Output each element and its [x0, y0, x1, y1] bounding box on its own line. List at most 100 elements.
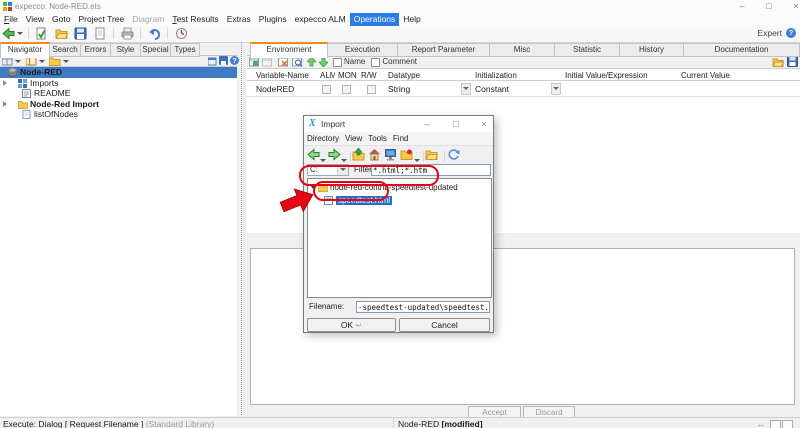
panel-splitter[interactable]	[237, 42, 247, 415]
dir-forward-dropdown-icon[interactable]	[341, 159, 347, 162]
col-variable-name[interactable]: Variable-Name	[253, 68, 318, 81]
tree-item-node-red[interactable]: Node-RED	[0, 67, 237, 78]
tree-item-readme[interactable]: README	[0, 88, 237, 99]
dialog-menu-find[interactable]: Find	[390, 132, 412, 145]
filename-input[interactable]	[356, 301, 490, 313]
col-mon[interactable]: MON	[335, 68, 359, 81]
comment-checkbox[interactable]	[371, 58, 380, 67]
cell-datatype[interactable]: String	[385, 82, 473, 97]
dialog-menu-tools[interactable]: Tools	[365, 132, 390, 145]
close-button[interactable]: ×	[789, 0, 800, 12]
help-icon[interactable]: ?	[786, 28, 796, 38]
tab-report-parameter[interactable]: Report Parameter	[397, 43, 490, 57]
menu-help[interactable]: Help	[399, 13, 424, 26]
dialog-menu-directory[interactable]: Directory	[304, 132, 342, 145]
name-checkbox[interactable]	[333, 58, 342, 67]
tab-types[interactable]: Types	[170, 43, 200, 57]
menu-goto[interactable]: Goto	[48, 13, 74, 26]
annotation-arrow	[279, 184, 319, 218]
alm-checkbox[interactable]	[322, 85, 331, 94]
undo-icon[interactable]	[148, 27, 161, 40]
layout-dropdown-icon[interactable]	[39, 60, 45, 63]
scheduler-icon[interactable]	[175, 27, 188, 40]
initialization-dropdown[interactable]	[551, 83, 561, 95]
open-folder-icon[interactable]	[55, 27, 68, 40]
cell-current-value[interactable]	[678, 82, 800, 97]
new-document-icon[interactable]	[94, 27, 107, 40]
ok-button[interactable]: OK ↵	[307, 318, 396, 332]
desktop-icon[interactable]	[384, 148, 397, 163]
tab-environment[interactable]: Environment	[250, 42, 328, 58]
dialog-minimize-button[interactable]: –	[420, 118, 434, 130]
col-initial-value[interactable]: Initial Value/Expression	[562, 68, 679, 81]
dir-forward-icon[interactable]	[328, 148, 341, 163]
tab-history[interactable]: History	[619, 43, 684, 57]
cell-initialization[interactable]: Constant	[472, 82, 563, 97]
datatype-dropdown[interactable]	[461, 83, 471, 95]
col-datatype[interactable]: Datatype	[385, 68, 473, 81]
menu-operations[interactable]: Operations	[350, 13, 400, 26]
dialog-menu-view[interactable]: View	[342, 132, 365, 145]
col-current-value[interactable]: Current Value	[678, 68, 800, 81]
annotation-oval-file	[313, 181, 389, 201]
tab-style[interactable]: Style	[110, 43, 141, 57]
dir-back-icon[interactable]	[307, 148, 320, 163]
rw-checkbox[interactable]	[367, 85, 376, 94]
tab-special[interactable]: Special	[140, 43, 171, 57]
menu-test-results[interactable]: Test Results	[168, 13, 222, 26]
tab-execution[interactable]: Execution	[327, 43, 398, 57]
dialog-close-button[interactable]: ×	[477, 118, 491, 130]
cell-variable-name[interactable]: NodeRED	[253, 82, 318, 97]
dir-up-icon[interactable]	[352, 148, 365, 163]
refresh-icon[interactable]	[447, 148, 460, 163]
tab-navigator[interactable]: Navigator	[0, 42, 50, 58]
tab-statistic[interactable]: Statistic	[554, 43, 620, 57]
comment-checkbox-label: Comment	[382, 57, 417, 66]
expand-icon[interactable]	[3, 101, 7, 107]
folder-menu-dropdown-icon[interactable]	[63, 60, 69, 63]
menu-view[interactable]: View	[22, 13, 48, 26]
home-icon[interactable]	[368, 148, 381, 163]
tab-documentation[interactable]: Documentation	[683, 43, 800, 57]
tab-search[interactable]: Search	[49, 43, 81, 57]
tree-item-node-red-import[interactable]: Node-Red Import	[0, 99, 237, 110]
favorites-folder-icon[interactable]	[400, 148, 413, 163]
tree-item-listofnodes[interactable]: listOfNodes	[0, 109, 237, 120]
menu-expecco-alm[interactable]: expecco ALM	[291, 13, 350, 26]
maximize-button[interactable]: □	[762, 0, 776, 12]
mon-checkbox[interactable]	[342, 85, 351, 94]
menu-file[interactable]: File	[0, 13, 22, 26]
menu-extras[interactable]: Extras	[223, 13, 255, 26]
favorites-dropdown-icon[interactable]	[414, 159, 420, 162]
dialog-open-folder-icon[interactable]	[425, 148, 438, 163]
window-title: expecco: Node-RED.ets	[15, 0, 101, 13]
cancel-button[interactable]: Cancel	[399, 318, 490, 332]
menu-project-tree[interactable]: Project Tree	[74, 13, 128, 26]
expert-mode-label[interactable]: Expert	[757, 28, 782, 38]
minimize-button[interactable]: –	[735, 0, 749, 12]
tab-misc[interactable]: Misc	[489, 43, 555, 57]
dialog-maximize-button[interactable]: □	[449, 118, 463, 130]
dialog-title-bar[interactable]: X Import – □ ×	[304, 116, 493, 132]
return-key-icon: ↵	[355, 321, 362, 330]
dir-back-dropdown-icon[interactable]	[320, 159, 326, 162]
folder-menu-icon[interactable]	[49, 56, 61, 66]
print-icon[interactable]	[121, 27, 134, 40]
view-mode-dropdown-icon[interactable]	[15, 60, 21, 63]
back-dropdown-icon[interactable]	[17, 32, 23, 35]
col-alm[interactable]: ALM	[317, 68, 336, 81]
cell-initial-value[interactable]	[562, 82, 679, 97]
tab-errors[interactable]: Errors	[80, 43, 111, 57]
col-initialization[interactable]: Initialization	[472, 68, 563, 81]
dialog-filename-row: Filename:	[304, 300, 493, 315]
save-icon[interactable]	[74, 27, 87, 40]
status-bar: Execute: Dialog [ Request Filename ] (St…	[0, 417, 800, 428]
check-document-icon[interactable]	[35, 27, 48, 40]
menu-plugins[interactable]: Plugins	[255, 13, 291, 26]
col-rw[interactable]: R/W	[358, 68, 386, 81]
dialog-title: Import	[321, 116, 345, 132]
tree-item-imports[interactable]: Imports	[0, 78, 237, 89]
expand-icon[interactable]	[3, 80, 7, 86]
back-icon[interactable]	[2, 27, 15, 40]
status-modified-flag: [modified]	[441, 419, 482, 428]
